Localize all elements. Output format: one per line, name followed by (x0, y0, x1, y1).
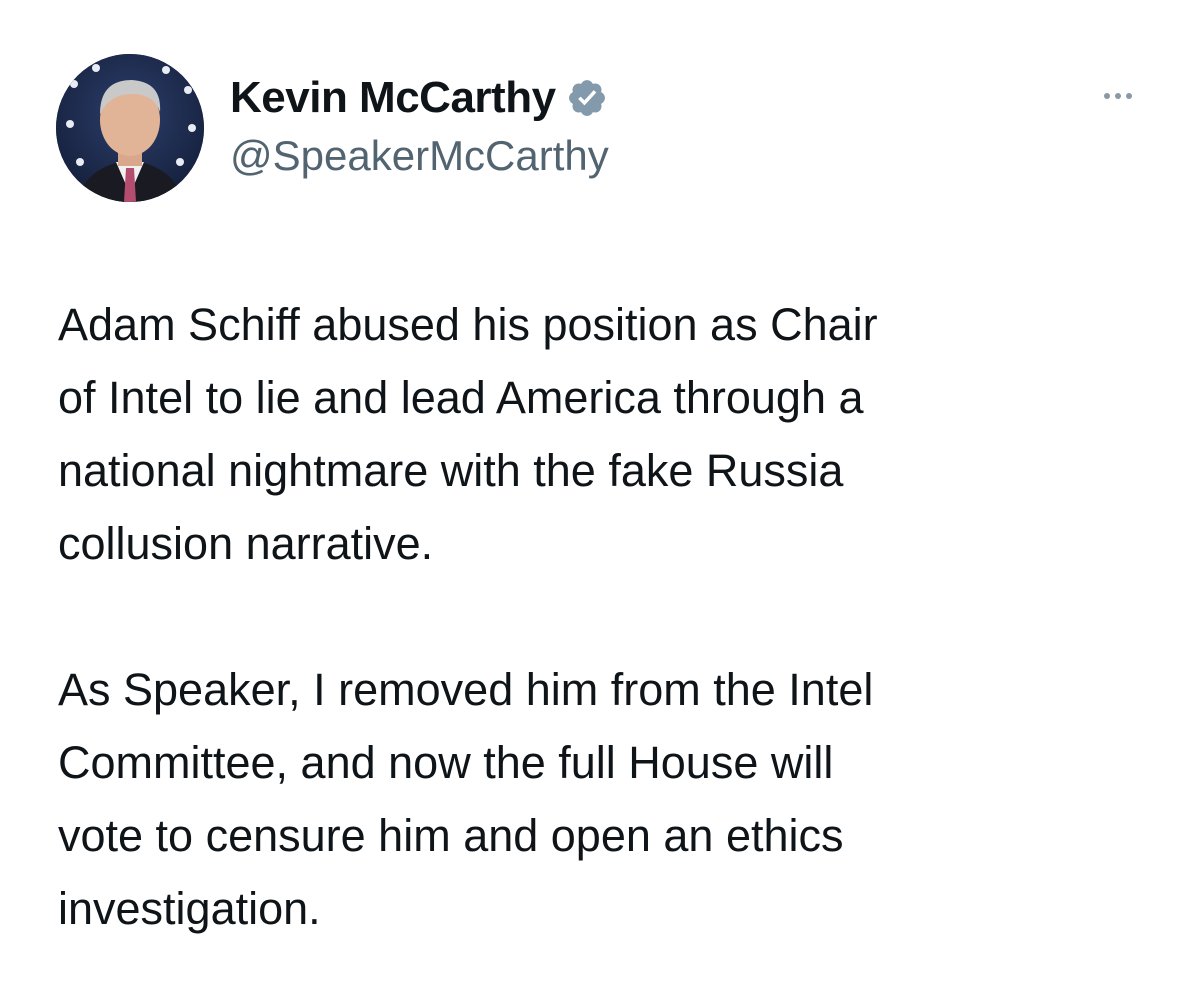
text-line: Adam Schiff abused his position as Chair (58, 299, 878, 350)
text-line: of Intel to lie and lead America through… (58, 372, 864, 423)
text-line: Committee, and now the full House will (58, 737, 834, 788)
author-header: Kevin McCarthy @SpeakerMcCarthy (230, 72, 609, 180)
avatar[interactable] (56, 54, 204, 202)
tweet-paragraph: As Speaker, I removed him from the Intel… (58, 653, 1158, 945)
more-options-icon[interactable] (1094, 84, 1142, 108)
dot (1126, 93, 1132, 99)
dot (1104, 93, 1110, 99)
name-row: Kevin McCarthy (230, 72, 609, 124)
display-name[interactable]: Kevin McCarthy (230, 73, 556, 123)
tweet-paragraph: Adam Schiff abused his position as Chair… (58, 288, 1158, 580)
tweet-card: Kevin McCarthy @SpeakerMcCarthy Adam Sch… (0, 0, 1200, 1007)
text-line: As Speaker, I removed him from the Intel (58, 664, 874, 715)
text-line: investigation. (58, 883, 321, 934)
text-line: vote to censure him and open an ethics (58, 810, 844, 861)
tweet-text: Adam Schiff abused his position as Chair… (58, 288, 1158, 945)
text-line: collusion narrative. (58, 518, 434, 569)
verified-badge-icon (566, 77, 608, 119)
avatar-photo (56, 54, 204, 202)
handle[interactable]: @SpeakerMcCarthy (230, 132, 609, 180)
dot (1115, 93, 1121, 99)
text-line: national nightmare with the fake Russia (58, 445, 844, 496)
